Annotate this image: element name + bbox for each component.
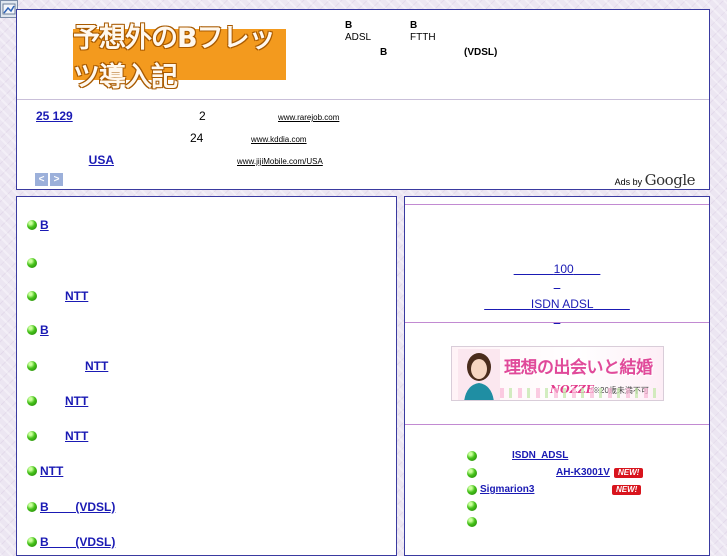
divider: [405, 204, 709, 205]
portrait-image: [458, 349, 500, 400]
site-logo[interactable]: 予想外のBフレッツ導入記: [73, 23, 286, 93]
link-isdn-label: ISDN ADSL: [530, 297, 594, 311]
new-badge: NEW!: [612, 484, 642, 495]
bullet-icon: [27, 325, 37, 335]
left-menu-panel: B NTT B NTT NTT NTT NTT B (VDSL) B (VDSL…: [16, 196, 397, 556]
ad-link-1[interactable]: 25 129: [36, 109, 137, 123]
ads-by-label: Ads by: [614, 177, 643, 187]
menu-link[interactable]: NTT: [40, 464, 174, 478]
bullet-icon: [27, 257, 37, 268]
header-panel: 予想外のBフレッツ導入記 B B ADSL FTTH B (VDSL) 25 1…: [16, 9, 710, 190]
menu-link[interactable]: B (VDSL): [40, 535, 156, 549]
menu-link[interactable]: NTT: [40, 289, 149, 303]
bullet-icon: [467, 517, 477, 527]
right-list-item[interactable]: [467, 500, 554, 512]
divider: [405, 424, 709, 425]
menu-item[interactable]: B: [27, 218, 132, 232]
header-b2: B: [410, 20, 418, 31]
menu-link[interactable]: NTT: [40, 394, 149, 408]
bullet-icon: [27, 220, 37, 230]
link-100-label: 100: [553, 262, 574, 276]
ad-prev-button[interactable]: <: [35, 173, 48, 186]
header-divider: [17, 99, 709, 100]
new-badge: NEW!: [614, 467, 644, 478]
ad-url-3[interactable]: www.jijiMobile.com/USA: [237, 157, 323, 166]
menu-item[interactable]: NTT: [27, 464, 174, 478]
bullet-icon: [27, 396, 37, 406]
right-panel: 100 ISDN ADSL 理想の出会いと結婚 NOZZE ※20歳未満不可 I…: [404, 196, 710, 556]
ad-url-1[interactable]: www.rarejob.com: [278, 113, 339, 122]
menu-link[interactable]: NTT: [40, 429, 136, 443]
bullet-icon: [27, 361, 37, 371]
right-list-item[interactable]: Sigmarion3 NEW!: [467, 484, 642, 495]
bullet-icon: [467, 467, 477, 478]
bullet-icon: [27, 431, 37, 441]
menu-link[interactable]: NTT: [40, 359, 149, 373]
bullet-icon: [27, 291, 37, 301]
link-isdn-adsl[interactable]: ISDN ADSL: [405, 283, 709, 325]
banner-decoration: [500, 388, 660, 398]
menu-item[interactable]: NTT: [27, 394, 149, 408]
right-list-link[interactable]: ISDN ADSL: [480, 450, 630, 461]
google-logo: Google: [644, 171, 696, 189]
ad-banner[interactable]: 理想の出会いと結婚 NOZZE ※20歳未満不可: [451, 346, 664, 401]
right-list-item[interactable]: AH-K3001V NEW!: [467, 467, 644, 478]
logo-text: 予想外のBフレッツ導入記: [73, 22, 276, 93]
menu-link[interactable]: B (VDSL): [40, 500, 156, 514]
header-b3: B: [380, 47, 388, 58]
ads-by-google[interactable]: Ads by Google: [614, 171, 696, 189]
right-list-link[interactable]: [480, 516, 500, 528]
ad-next-button[interactable]: >: [50, 173, 63, 186]
ad-text-1: 2: [199, 109, 206, 123]
header-vdsl: (VDSL): [464, 47, 498, 58]
menu-item[interactable]: NTT: [27, 359, 149, 373]
bullet-icon: [27, 466, 37, 476]
bullet-icon: [467, 484, 477, 495]
right-list-item[interactable]: [467, 516, 500, 528]
divider: [405, 322, 709, 323]
ad-link-3[interactable]: USA: [36, 153, 114, 167]
header-b1: B: [345, 20, 353, 31]
ad-text-2: 24: [190, 131, 204, 145]
menu-item[interactable]: NTT: [27, 289, 149, 303]
menu-link[interactable]: B: [40, 323, 152, 337]
menu-link[interactable]: B: [40, 218, 132, 232]
bullet-icon: [467, 501, 477, 511]
right-list-link[interactable]: Sigmarion3: [480, 484, 568, 495]
ad-nav: < >: [35, 173, 63, 186]
menu-item[interactable]: B (VDSL): [27, 535, 156, 549]
right-list-link[interactable]: AH-K3001V: [480, 467, 610, 478]
header-adsl: ADSL: [345, 32, 372, 43]
bullet-icon: [27, 502, 37, 512]
header-ftth: FTTH: [410, 32, 436, 43]
right-list-link[interactable]: [480, 500, 554, 512]
menu-item[interactable]: [27, 256, 104, 269]
menu-item[interactable]: B (VDSL): [27, 500, 156, 514]
menu-link[interactable]: [40, 256, 104, 269]
banner-headline: 理想の出会いと結婚: [504, 358, 653, 378]
bullet-icon: [467, 450, 477, 461]
ad-url-2[interactable]: www.kddia.com: [251, 135, 307, 144]
right-list-item[interactable]: ISDN ADSL: [467, 450, 630, 461]
menu-item[interactable]: B: [27, 323, 152, 337]
ad-link-2[interactable]: [36, 131, 114, 145]
bullet-icon: [27, 537, 37, 547]
menu-item[interactable]: NTT: [27, 429, 136, 443]
